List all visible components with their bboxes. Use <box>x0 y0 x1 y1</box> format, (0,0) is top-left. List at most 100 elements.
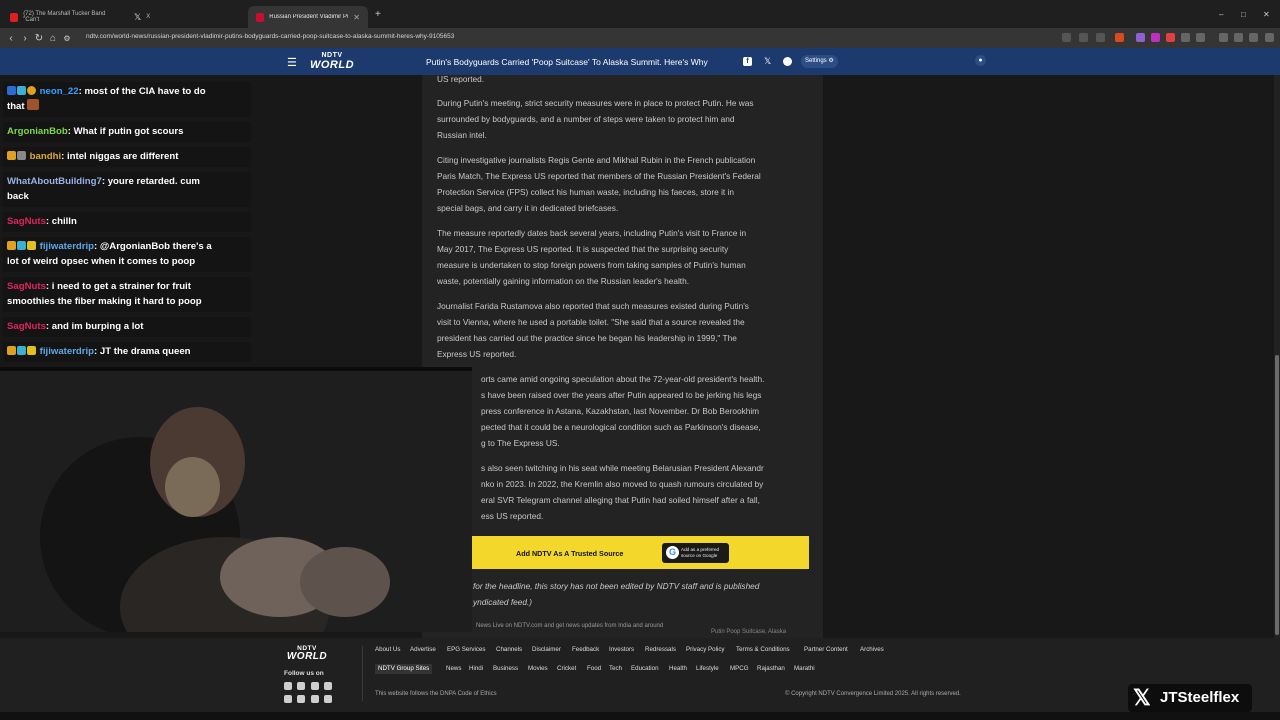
ndtv-world-logo[interactable]: NDTV WORLD <box>306 52 358 71</box>
tab-youtube[interactable]: (72) The Marshall Tucker Band "Can't <box>2 6 122 28</box>
footer-link-epg[interactable]: EPG Services <box>447 646 486 653</box>
chat-username: SagNuts <box>7 281 46 292</box>
tab-title: (72) The Marshall Tucker Band "Can't <box>23 11 106 23</box>
footer-site-business[interactable]: Business <box>493 665 518 672</box>
footer-link-terms[interactable]: Terms & Conditions <box>736 646 790 653</box>
footer-link-redressals[interactable]: Redressals <box>645 646 676 653</box>
chat-text: : most of the CIA have to do <box>78 86 206 97</box>
sync-icon[interactable] <box>1196 33 1205 42</box>
footer-site-tech[interactable]: Tech <box>609 665 622 672</box>
x-share-icon[interactable]: 𝕏 <box>764 56 771 67</box>
follow-us-label: Follow us on <box>284 670 324 677</box>
footer-site-cricket[interactable]: Cricket <box>557 665 576 672</box>
tab-close-icon[interactable]: X <box>146 14 150 20</box>
chat-text: : chilln <box>45 216 77 227</box>
footer-ndtv-logo[interactable]: NDTV WORLD <box>283 645 331 662</box>
user-account-icon[interactable]: ● <box>975 55 986 66</box>
sidebar-icon[interactable] <box>1234 33 1243 42</box>
footer-site-education[interactable]: Education <box>631 665 659 672</box>
chat-message: SagNuts: i need to get a strainer for fr… <box>3 277 251 312</box>
chat-text: : intel niggas are different <box>61 151 179 162</box>
article-paragraph-4: Journalist Farida Rustamova also reporte… <box>437 298 809 362</box>
cta-label[interactable]: Add NDTV As A Trusted Source <box>516 549 623 558</box>
live-news-text: News Live on NDTV.com and get news updat… <box>476 623 664 629</box>
footer-link-disclaimer[interactable]: Disclaimer <box>532 646 561 653</box>
whatsapp-icon[interactable] <box>297 695 305 703</box>
footer-link-channels[interactable]: Channels <box>496 646 522 653</box>
article-tags[interactable]: Putin Poop Suitcase, Alaska <box>711 629 786 635</box>
profile-icon[interactable] <box>1249 33 1258 42</box>
chat-username: neon_22 <box>39 86 79 97</box>
close-window-button[interactable]: ✕ <box>1263 10 1270 19</box>
site-info-icon[interactable]: ⚙ <box>60 34 74 43</box>
hamburger-menu-icon[interactable]: ☰ <box>287 56 297 69</box>
footer-link-archives[interactable]: Archives <box>860 646 884 653</box>
tab-close-icon[interactable]: ✕ <box>353 13 360 22</box>
footer-site-health[interactable]: Health <box>669 665 687 672</box>
x-icon[interactable] <box>297 682 305 690</box>
youtube-icon <box>10 12 19 22</box>
forward-icon[interactable]: › <box>18 33 32 44</box>
footer-site-lifestyle[interactable]: Lifestyle <box>696 665 719 672</box>
facebook-share-icon[interactable]: f <box>743 57 752 66</box>
music-icon[interactable] <box>1219 33 1228 42</box>
x-extension-icon[interactable] <box>1151 33 1160 42</box>
footer-link-partner[interactable]: Partner Content <box>804 646 848 653</box>
chat-text: : What if putin got scours <box>67 126 184 137</box>
tab-ndtv[interactable]: Russian President Vladimir Putin ✕ <box>248 6 368 28</box>
footer-site-food[interactable]: Food <box>587 665 601 672</box>
instagram-icon[interactable] <box>311 682 319 690</box>
chat-text: that <box>7 101 25 112</box>
menu-icon[interactable] <box>1265 33 1274 42</box>
footer-site-rajasthan[interactable]: Rajasthan <box>757 665 785 672</box>
linkedin-icon[interactable] <box>324 682 332 690</box>
footer-link-investors[interactable]: Investors <box>609 646 634 653</box>
face-shape <box>165 457 220 517</box>
whatsapp-share-icon[interactable] <box>783 57 792 66</box>
tab-x[interactable]: 𝕏 X <box>126 6 246 28</box>
chat-username: SagNuts <box>7 321 46 332</box>
scrollbar-thumb[interactable] <box>1275 355 1279 635</box>
reader-icon[interactable] <box>1079 33 1088 42</box>
brave-shield-icon[interactable] <box>1115 33 1124 42</box>
footer-site-news[interactable]: News <box>446 665 461 672</box>
text-line: Paris Match, The Express US reported tha… <box>437 171 761 181</box>
threads-icon[interactable] <box>311 695 319 703</box>
cast-icon[interactable] <box>1062 33 1071 42</box>
chat-message: fijiwaterdrip: JT the drama queen <box>3 342 251 362</box>
footer-site-movies[interactable]: Movies <box>528 665 548 672</box>
footer-site-mpcg[interactable]: MPCG <box>730 665 749 672</box>
chat-username: bandhi <box>29 151 62 162</box>
share-icon[interactable] <box>1096 33 1105 42</box>
puzzle-icon[interactable] <box>1181 33 1190 42</box>
minimize-button[interactable]: – <box>1219 10 1223 19</box>
facebook-icon[interactable] <box>284 682 292 690</box>
footer-link-about[interactable]: About Us <box>375 646 400 653</box>
chat-username: SagNuts <box>7 216 46 227</box>
chat-badge-icon <box>27 346 36 355</box>
text-line: s have been raised over the years after … <box>481 390 762 400</box>
maximize-button[interactable]: □ <box>1241 10 1246 19</box>
snapchat-icon[interactable] <box>324 695 332 703</box>
text-line: for the headline, this story has not bee… <box>473 581 760 591</box>
footer-link-privacy[interactable]: Privacy Policy <box>686 646 725 653</box>
footer-link-advertise[interactable]: Advertise <box>410 646 436 653</box>
settings-label: Settings <box>805 58 827 64</box>
footer-site-marathi[interactable]: Marathi <box>794 665 815 672</box>
address-bar[interactable]: ndtv.com/world-news/russian-president-vl… <box>86 33 454 40</box>
chat-username: fijiwaterdrip <box>39 241 95 252</box>
home-icon[interactable]: ⌂ <box>46 33 60 44</box>
settings-button[interactable]: Settings ⚙ <box>801 55 838 68</box>
pen-extension-icon[interactable] <box>1166 33 1175 42</box>
back-icon[interactable]: ‹ <box>4 33 18 44</box>
hand-shape <box>300 547 390 617</box>
footer-site-hindi[interactable]: Hindi <box>469 665 483 672</box>
footer-link-feedback[interactable]: Feedback <box>572 646 599 653</box>
new-tab-button[interactable]: + <box>375 9 381 20</box>
chat-message: ArgonianBob: What if putin got scours <box>3 122 251 142</box>
extension-icon[interactable] <box>1136 33 1145 42</box>
text-line: Journalist Farida Rustamova also reporte… <box>437 301 749 311</box>
youtube-icon[interactable] <box>284 695 292 703</box>
reload-icon[interactable]: ↻ <box>32 33 46 44</box>
text-line: press conference in Astana, Kazakhstan, … <box>481 406 760 416</box>
